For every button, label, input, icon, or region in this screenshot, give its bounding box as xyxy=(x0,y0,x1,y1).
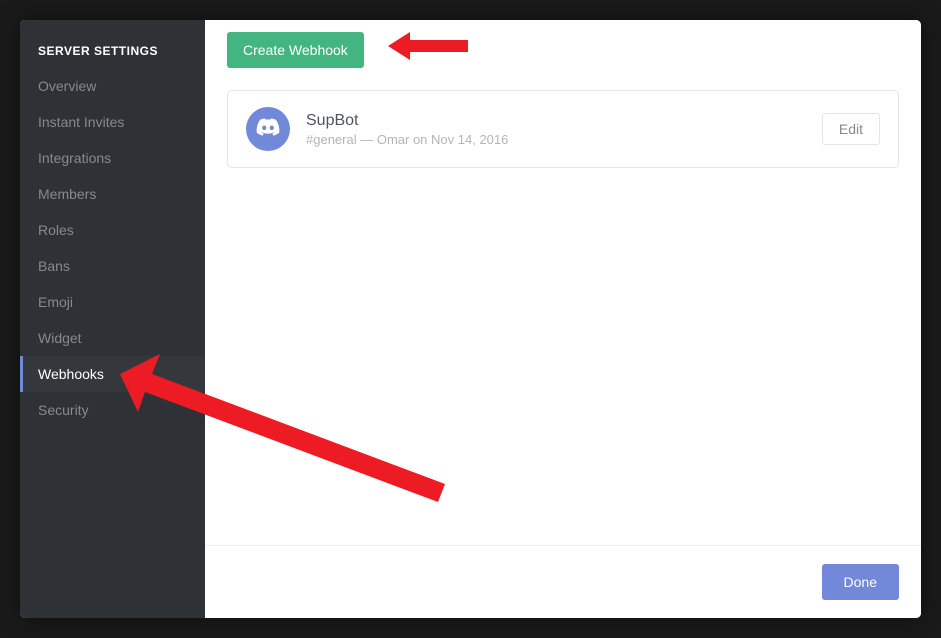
create-webhook-button[interactable]: Create Webhook xyxy=(227,32,364,68)
webhook-separator: — xyxy=(357,132,377,147)
webhook-name: SupBot xyxy=(306,112,806,130)
done-button[interactable]: Done xyxy=(822,564,899,600)
sidebar-item-label: Security xyxy=(38,402,89,418)
sidebar-item-label: Bans xyxy=(38,258,70,274)
sidebar-item-roles[interactable]: Roles xyxy=(20,212,205,248)
sidebar: SERVER SETTINGS Overview Instant Invites… xyxy=(20,20,205,618)
sidebar-item-label: Overview xyxy=(38,78,96,94)
main-footer: Done xyxy=(205,545,921,618)
discord-icon xyxy=(255,114,281,145)
main-panel: Create Webhook SupBot #general — Omar on… xyxy=(205,20,921,618)
sidebar-item-label: Instant Invites xyxy=(38,114,124,130)
sidebar-item-label: Emoji xyxy=(38,294,73,310)
sidebar-item-bans[interactable]: Bans xyxy=(20,248,205,284)
sidebar-item-integrations[interactable]: Integrations xyxy=(20,140,205,176)
sidebar-item-label: Widget xyxy=(38,330,82,346)
webhook-avatar xyxy=(246,107,290,151)
sidebar-item-label: Roles xyxy=(38,222,74,238)
sidebar-item-instant-invites[interactable]: Instant Invites xyxy=(20,104,205,140)
main-content: Create Webhook SupBot #general — Omar on… xyxy=(205,20,921,545)
sidebar-item-widget[interactable]: Widget xyxy=(20,320,205,356)
webhook-channel: #general xyxy=(306,132,357,147)
sidebar-item-emoji[interactable]: Emoji xyxy=(20,284,205,320)
sidebar-item-label: Integrations xyxy=(38,150,111,166)
webhook-meta: #general — Omar on Nov 14, 2016 xyxy=(306,132,806,147)
sidebar-item-security[interactable]: Security xyxy=(20,392,205,428)
webhook-date: Nov 14, 2016 xyxy=(431,132,508,147)
webhook-info: SupBot #general — Omar on Nov 14, 2016 xyxy=(306,112,806,147)
webhook-card: SupBot #general — Omar on Nov 14, 2016 E… xyxy=(227,90,899,168)
settings-modal: SERVER SETTINGS Overview Instant Invites… xyxy=(20,20,921,618)
sidebar-item-label: Webhooks xyxy=(38,366,104,382)
sidebar-header: SERVER SETTINGS xyxy=(20,28,205,68)
sidebar-item-overview[interactable]: Overview xyxy=(20,68,205,104)
edit-webhook-button[interactable]: Edit xyxy=(822,113,880,145)
sidebar-item-label: Members xyxy=(38,186,96,202)
sidebar-item-members[interactable]: Members xyxy=(20,176,205,212)
sidebar-item-webhooks[interactable]: Webhooks xyxy=(20,356,205,392)
webhook-on-word: on xyxy=(409,132,431,147)
webhook-author: Omar xyxy=(377,132,410,147)
